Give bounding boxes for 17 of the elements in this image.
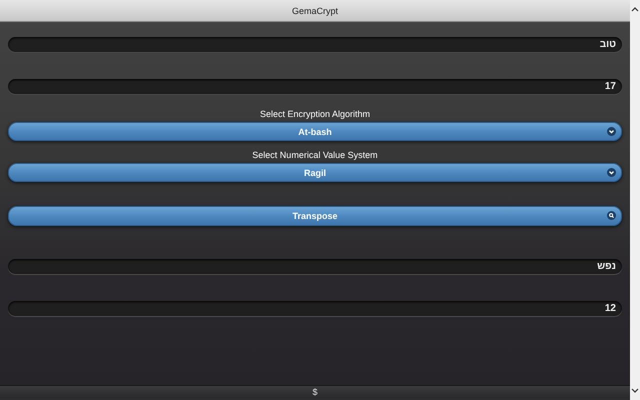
algorithm-dropdown[interactable]: At-bash bbox=[8, 122, 622, 141]
transpose-button[interactable]: Transpose bbox=[8, 206, 622, 226]
algorithm-label: Select Encryption Algorithm bbox=[260, 108, 370, 120]
window-title: GemaCrypt bbox=[292, 6, 338, 16]
value-system-dropdown[interactable]: Ragil bbox=[8, 163, 622, 182]
search-icon bbox=[607, 211, 616, 220]
scroll-down-icon[interactable] bbox=[631, 388, 639, 394]
input-field[interactable]: 17 bbox=[8, 79, 622, 94]
value-system-label: Select Numerical Value System bbox=[252, 149, 378, 161]
chevron-down-icon bbox=[607, 127, 616, 136]
chevron-down-icon bbox=[607, 168, 616, 177]
output-field[interactable]: 12 bbox=[8, 301, 622, 316]
output-field[interactable]: נפש bbox=[8, 259, 622, 274]
footer-text: $ bbox=[312, 387, 318, 397]
input-field[interactable]: טוב bbox=[8, 37, 622, 52]
scroll-up-icon[interactable] bbox=[631, 6, 639, 12]
scrollbar[interactable] bbox=[630, 0, 640, 400]
